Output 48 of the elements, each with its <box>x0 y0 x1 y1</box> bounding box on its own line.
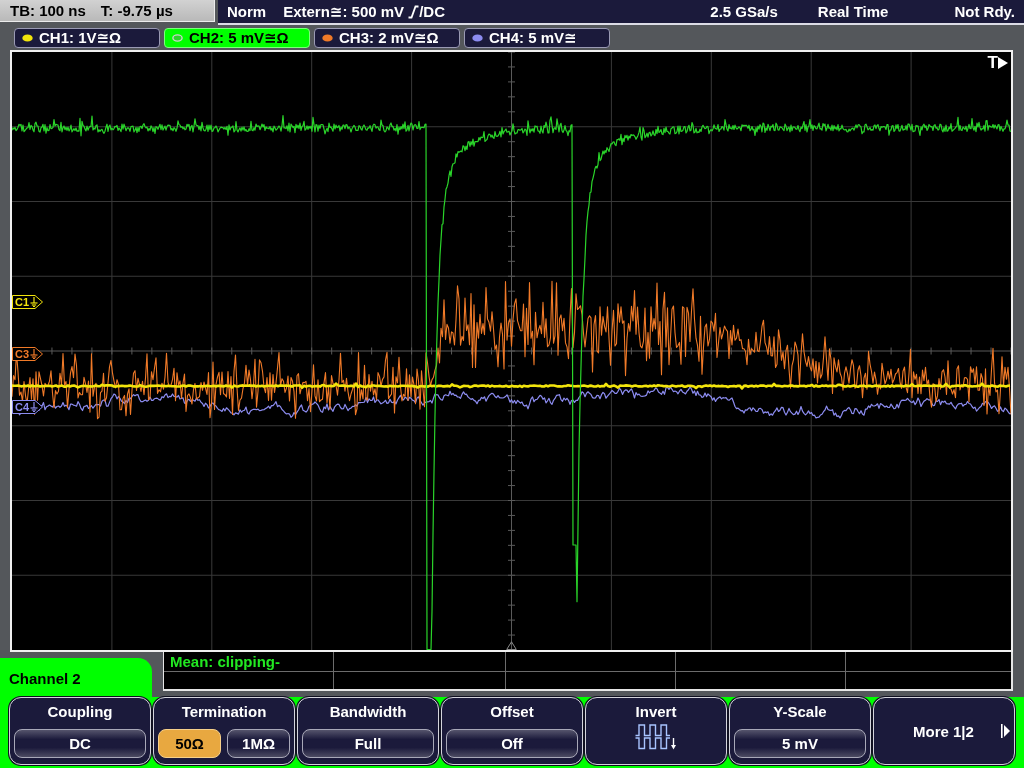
softkey-label: Y-Scale <box>773 703 827 721</box>
ground-icon <box>30 402 39 412</box>
trigger-marker-label: T <box>987 55 998 71</box>
rising-edge-icon <box>408 4 420 19</box>
softkey-label: Coupling <box>47 703 113 721</box>
value-button[interactable]: Off <box>446 729 578 758</box>
trigger-time-text: T: -9.75 µs <box>100 2 173 19</box>
softkey-button[interactable]: Offset Off <box>441 697 583 765</box>
menu-title-tab[interactable]: Channel 2 <box>0 658 152 697</box>
invert-waveform-icon <box>635 724 677 750</box>
channel-tab[interactable]: CH1: 1V≅Ω <box>14 28 160 48</box>
sample-rate-text: 2.5 GSa/s <box>710 3 778 20</box>
trigger-position-icon <box>506 641 517 650</box>
softkey-label: Offset <box>490 703 534 721</box>
status-text: Not Rdy. <box>954 3 1015 20</box>
trigger-arrow-icon <box>998 57 1008 69</box>
value-button[interactable]: DC <box>14 729 146 758</box>
trigger-coupling-text: /DC <box>419 3 445 20</box>
softkey-button[interactable]: Y-Scale 5 mV <box>729 697 871 765</box>
channel-tab[interactable]: CH3: 2 mV≅Ω <box>314 28 460 48</box>
marker-label: C3 <box>15 348 30 360</box>
more-button[interactable]: More 1|2 <box>873 697 1015 765</box>
option-button[interactable]: 50Ω <box>158 729 221 758</box>
channel-marker[interactable]: C1 <box>12 295 43 309</box>
softkey-button[interactable]: Bandwidth Full <box>297 697 439 765</box>
marker-label: C4 <box>15 401 30 413</box>
softkey-button[interactable]: Invert <box>585 697 727 765</box>
channel-marker[interactable]: C3 <box>12 347 43 361</box>
channel-tab[interactable]: CH4: 5 mV≅ <box>464 28 610 48</box>
softkey-label: Invert <box>635 703 677 721</box>
softkey-button[interactable]: Termination 50Ω 1MΩ <box>153 697 295 765</box>
measurement-result: Mean: clipping- <box>170 653 280 670</box>
softkey-button[interactable]: Coupling DC <box>9 697 151 765</box>
marker-label: C1 <box>15 296 30 308</box>
value-button[interactable]: Full <box>302 729 434 758</box>
channel-marker[interactable]: C4 <box>12 400 43 414</box>
ground-icon <box>30 349 39 359</box>
option-button[interactable]: 1MΩ <box>227 729 290 758</box>
next-page-icon <box>1000 724 1010 738</box>
softkey-label: Termination <box>181 703 267 721</box>
acquisition-mode-text: Real Time <box>817 3 889 20</box>
value-button[interactable]: 5 mV <box>734 729 866 758</box>
ground-icon <box>30 297 39 307</box>
trigger-mode-text: Norm <box>227 3 267 20</box>
trigger-source-text: Extern≅: 500 mV <box>283 2 405 21</box>
timebase-text: TB: 100 ns <box>10 2 86 19</box>
softkey-label: Bandwidth <box>329 703 407 721</box>
channel-tab[interactable]: CH2: 5 mV≅Ω <box>164 28 310 48</box>
